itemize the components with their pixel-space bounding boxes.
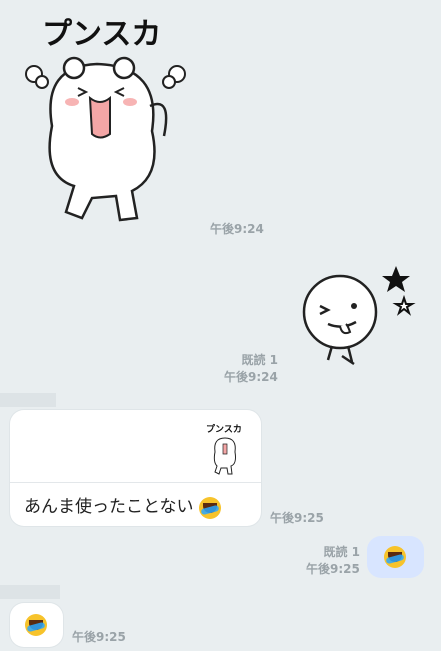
- laughing-crying-face-icon: [198, 496, 221, 519]
- message-time: 午後9:25: [306, 562, 360, 576]
- message-text: あんま使ったことない: [24, 497, 194, 517]
- sender-name-placeholder: [0, 585, 60, 599]
- read-receipt: 既読 1: [241, 353, 278, 367]
- bear-sticker-icon: プンスカ: [25, 17, 186, 222]
- winking-face-sticker-icon: [302, 266, 416, 366]
- message-time: 午後9:24: [224, 370, 278, 384]
- message-time: 午後9:25: [72, 630, 126, 644]
- laughing-crying-face-icon: [25, 614, 47, 636]
- text-message-bubble[interactable]: プンスカ あんま使ったことない: [10, 410, 261, 526]
- laughing-crying-face-icon: [384, 546, 406, 568]
- bear-sticker-thumbnail-icon: プンスカ: [206, 423, 242, 475]
- bear-sticker-message[interactable]: プンスカ: [12, 6, 202, 232]
- smiley-sticker-message[interactable]: [296, 260, 418, 372]
- message-time: 午後9:25: [270, 511, 324, 525]
- emoji-message-bubble[interactable]: [10, 603, 63, 647]
- sender-name-placeholder: [0, 393, 56, 407]
- emoji-message-bubble[interactable]: [367, 536, 424, 578]
- sticker-caption: プンスカ: [42, 17, 161, 52]
- preview-caption: プンスカ: [206, 423, 242, 435]
- read-receipt: 既読 1: [323, 545, 360, 559]
- message-time: 午後9:24: [210, 222, 264, 236]
- sticker-preview[interactable]: プンスカ: [10, 410, 261, 483]
